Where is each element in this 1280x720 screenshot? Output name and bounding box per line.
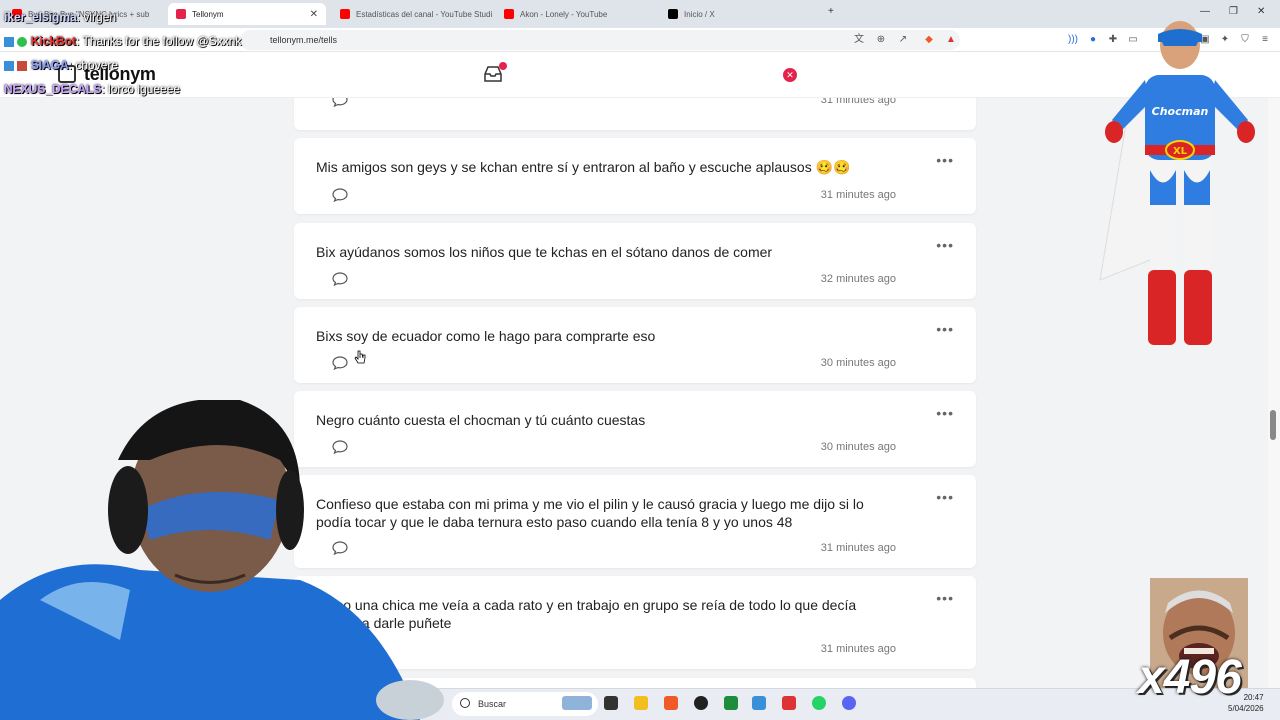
chat-message: : virgen [76,10,117,24]
tell-time: 32 minutes ago [820,273,896,285]
chat-user: iker_elsigma [4,10,77,24]
chat-line: iker_elsigma: virgen [4,10,116,24]
more-options-icon[interactable]: ••• [936,237,954,253]
tell-time: 31 minutes ago [820,98,896,106]
chat-user: SIAGA [30,58,69,72]
tell-card: Bixs soy de ecuador como le hago para co… [294,307,976,383]
hero-badge-text: Chocman [1152,105,1209,118]
tab-youtube-studio[interactable]: Estadísticas del canal - YouTube Studi [332,3,492,25]
tell-card: Mis amigos son geys y se kchan entre sí … [294,138,976,214]
tell-time: 31 minutes ago [820,542,896,554]
tell-card: Bix ayúdanos somos los niños que te kcha… [294,223,976,299]
subscriber-badge-icon [17,60,28,71]
chat-message: : chovere [68,58,119,72]
scrollbar-thumb[interactable] [1270,410,1276,440]
minimize-icon[interactable]: — [1200,6,1210,17]
chat-user: KickBot [30,34,77,48]
tab-label: Inicio / X [684,9,715,19]
chat-line: KickBot: Thanks for the follow @Sxxnk [4,34,241,48]
share-icon[interactable]: ↗ [896,33,910,47]
screen: Bye Bye Bye "NSYNC lyrics + sub Tellonym… [0,0,1280,720]
tell-text: Mis amigos son geys y se kchan entre sí … [316,159,851,175]
superhero-overlay: XL Chocman [1099,21,1255,345]
verified-badge-icon [17,36,28,47]
whatsapp-icon[interactable] [812,696,826,710]
tab-label: Estadísticas del canal - YouTube Studi [356,9,492,19]
notepad-icon[interactable] [752,696,766,710]
tell-card: 31 minutes ago [294,98,976,130]
site-header [0,52,1280,98]
x-logo-icon [668,9,678,19]
file-explorer-icon[interactable] [634,696,648,710]
youtube-icon [504,9,514,19]
chat-line: NEXUS_DECALS: lorco igueeee [4,82,180,96]
tell-time: 31 minutes ago [820,189,896,201]
tell-text: Bix ayúdanos somos los niños que te kcha… [316,244,773,260]
close-tab-icon[interactable]: ✕ [310,9,318,20]
search-label: Buscar [478,699,507,709]
audio-icon[interactable]: ))) [1066,33,1080,47]
tab-tellonym[interactable]: Tellonym ✕ [168,3,326,25]
chat-message: : Thanks for the follow @Sxxnk [76,34,242,48]
tell-time: 30 minutes ago [820,441,896,453]
chat-message: : lorco igueeee [101,82,181,96]
rewards-icon[interactable]: ▲ [944,33,958,47]
more-options-icon[interactable]: ••• [936,321,954,337]
tab-akon-lonely[interactable]: Akon - Lonely - YouTube [496,3,656,25]
more-options-icon[interactable]: ••• [936,152,954,168]
close-window-icon[interactable]: ✕ [1257,6,1265,17]
search-icon [460,698,470,708]
meme-counter: x496 [1138,651,1242,704]
comment-icon[interactable] [332,272,348,286]
chat-user: NEXUS_DECALS [4,82,102,96]
tab-label: Akon - Lonely - YouTube [520,9,608,19]
obs-icon[interactable] [694,696,708,710]
comment-icon[interactable] [332,356,348,370]
mod-badge-icon [4,36,14,47]
close-badge-icon[interactable]: ✕ [783,68,797,82]
more-options-icon[interactable]: ••• [936,590,954,606]
brave-browser-icon[interactable] [664,696,678,710]
tab-x-home[interactable]: Inicio / X [660,3,820,25]
hero-belt-text: XL [1173,146,1188,157]
url-text: tellonym.me/tells [270,35,338,45]
notification-dot [499,62,507,70]
youtube-icon [340,9,350,19]
browser-tab-bar: Bye Bye Bye "NSYNC lyrics + sub Tellonym… [0,0,1280,28]
hand-cursor-icon [354,350,366,364]
tellonym-icon [176,9,186,19]
webcam-overlay [0,400,444,720]
brave-shield-icon[interactable]: ◆ [922,33,936,47]
maximize-icon[interactable]: ❐ [1229,6,1238,17]
chat-line: SIAGA: chovere [4,58,118,72]
discord-icon[interactable] [842,696,856,710]
translate-icon[interactable]: 文 [852,33,866,47]
task-view-icon[interactable] [604,696,618,710]
terminal-icon[interactable] [724,696,738,710]
app-icon[interactable] [782,696,796,710]
comment-icon[interactable] [332,188,348,202]
new-tab-button[interactable]: + [828,6,834,17]
comment-icon[interactable] [332,98,348,107]
tell-time: 31 minutes ago [820,643,896,655]
tab-label: Tellonym [192,9,224,19]
weather-widget-icon[interactable] [562,696,592,710]
zoom-icon[interactable]: ⊕ [874,33,888,47]
mod-badge-icon [4,60,14,71]
more-options-icon[interactable]: ••• [936,489,954,505]
tell-text: Bixs soy de ecuador como le hago para co… [316,328,656,344]
more-options-icon[interactable]: ••• [936,405,954,421]
tell-time: 30 minutes ago [820,357,896,369]
